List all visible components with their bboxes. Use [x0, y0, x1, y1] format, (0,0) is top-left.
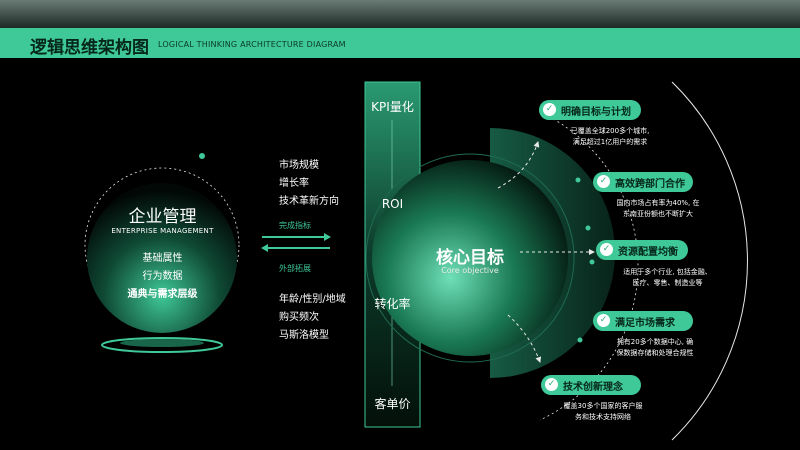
objective-desc-line: 满足超过1亿用户的需求 [572, 138, 648, 146]
objective-label: 满足市场需求 [615, 317, 675, 329]
objective-desc: 国内市场占有率为40%, 在 东南亚份额也不断扩大 [603, 198, 713, 220]
mid-bottom-item: 马斯洛模型 [279, 330, 329, 341]
objective-pill: ✓ 技术创新理念 [541, 375, 641, 395]
core-title: 核心目标 [436, 248, 504, 268]
objective-desc-line: 国内市场占有率为40%, 在 [616, 199, 700, 207]
objective-desc: 覆盖30多个国家的客户服 务和技术支持网络 [553, 401, 653, 423]
objective-label: 技术创新理念 [563, 381, 623, 393]
check-circle-icon: ✓ [545, 378, 558, 391]
enterprise-title: 企业管理 [128, 207, 197, 227]
arrow-top-label: 完成指标 [279, 221, 311, 230]
metric-kpi: KPI量化 [371, 100, 414, 114]
objective-label: 高效跨部门合作 [615, 178, 685, 190]
objective-pill: ✓ 明确目标与计划 [539, 100, 641, 120]
metric-avg-order: 客单价 [374, 397, 411, 411]
mid-bottom-item: 年龄/性别/地域 [279, 294, 346, 305]
objective-desc-line: 务和技术支持网络 [575, 413, 631, 421]
mid-top-item: 技术革新方向 [279, 196, 339, 207]
arrow-bottom-label: 外部拓展 [279, 264, 311, 273]
mid-top-item: 市场规模 [279, 160, 319, 171]
check-circle-icon: ✓ [600, 243, 613, 256]
enterprise-items: 基础属性 行为数据 通典与需求层级 [105, 250, 220, 304]
mid-bottom-item: 购买频次 [279, 312, 319, 323]
objective-label: 资源配置均衡 [618, 246, 678, 258]
check-circle-icon: ✓ [597, 175, 610, 188]
objective-desc-line: 保数据存储和处理合规性 [616, 349, 694, 357]
objective-pill: ✓ 高效跨部门合作 [593, 172, 693, 192]
outer-arc [671, 81, 748, 441]
metric-conversion: 转化率 [374, 297, 411, 311]
objective-desc: 拥有20多个数据中心, 确 保数据存储和处理合规性 [600, 337, 710, 359]
enterprise-item: 行为数据 [142, 271, 183, 282]
check-circle-icon: ✓ [543, 103, 556, 116]
objective-desc-line: 东南亚份额也不断扩大 [623, 210, 693, 218]
objective-desc-line: 覆盖30多个国家的客户服 [563, 402, 643, 410]
check-circle-icon: ✓ [597, 314, 610, 327]
objective-pill: ✓ 资源配置均衡 [596, 240, 688, 260]
objective-pill: ✓ 满足市场需求 [593, 311, 693, 331]
mid-top-item: 增长率 [279, 178, 309, 189]
objective-desc: 适用于多个行业, 包括金融、 医疗、零售、制造业等 [610, 267, 725, 289]
objective-desc-line: 医疗、零售、制造业等 [632, 279, 703, 287]
enterprise-subtitle: ENTERPRISE MANAGEMENT [111, 227, 214, 235]
objective-desc-line: 适用于多个行业, 包括金融、 [623, 268, 712, 276]
objective-desc: 已覆盖全球200多个城市, 满足超过1亿用户的需求 [560, 126, 660, 148]
enterprise-item: 通典与需求层级 [127, 289, 198, 300]
core-subtitle: Core objective [441, 266, 499, 275]
bidirectional-arrows [261, 233, 331, 252]
enterprise-item: 基础属性 [142, 253, 183, 264]
objective-label: 明确目标与计划 [561, 106, 631, 118]
metric-roi: ROI [381, 197, 404, 211]
objective-desc-line: 拥有20多个数据中心, 确 [616, 338, 694, 346]
objective-desc-line: 已覆盖全球200多个城市, [570, 127, 650, 135]
